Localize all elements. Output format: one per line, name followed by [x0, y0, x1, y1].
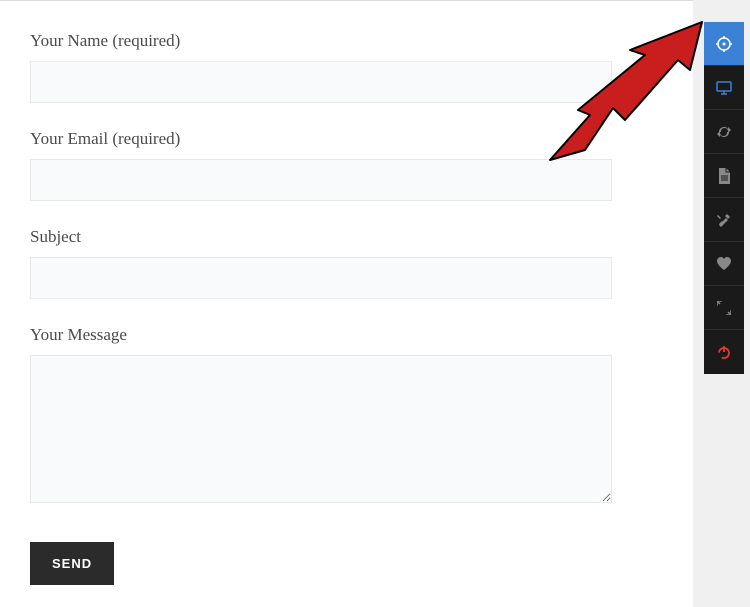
target-icon [716, 36, 732, 52]
email-label: Your Email (required) [30, 129, 663, 149]
message-label: Your Message [30, 325, 663, 345]
toolbar-favorite-button[interactable] [704, 242, 744, 286]
contact-form-panel: Your Name (required) Your Email (require… [0, 1, 693, 607]
settings-toolbar [704, 22, 744, 374]
toolbar-display-button[interactable] [704, 66, 744, 110]
tools-icon [716, 212, 732, 228]
subject-input[interactable] [30, 257, 612, 299]
toolbar-target-button[interactable] [704, 22, 744, 66]
subject-group: Subject [30, 227, 663, 299]
email-input[interactable] [30, 159, 612, 201]
name-group: Your Name (required) [30, 31, 663, 103]
monitor-icon [716, 80, 732, 96]
send-button[interactable]: SEND [30, 542, 114, 585]
file-icon [717, 168, 731, 184]
power-icon [717, 345, 731, 359]
expand-icon [717, 301, 731, 315]
name-input[interactable] [30, 61, 612, 103]
toolbar-tools-button[interactable] [704, 198, 744, 242]
message-textarea[interactable] [30, 355, 612, 503]
message-group: Your Message [30, 325, 663, 508]
toolbar-expand-button[interactable] [704, 286, 744, 330]
toolbar-file-button[interactable] [704, 154, 744, 198]
subject-label: Subject [30, 227, 663, 247]
toolbar-power-button[interactable] [704, 330, 744, 374]
name-label: Your Name (required) [30, 31, 663, 51]
heart-icon [716, 257, 732, 271]
email-group: Your Email (required) [30, 129, 663, 201]
toolbar-sync-button[interactable] [704, 110, 744, 154]
sync-icon [716, 124, 732, 140]
